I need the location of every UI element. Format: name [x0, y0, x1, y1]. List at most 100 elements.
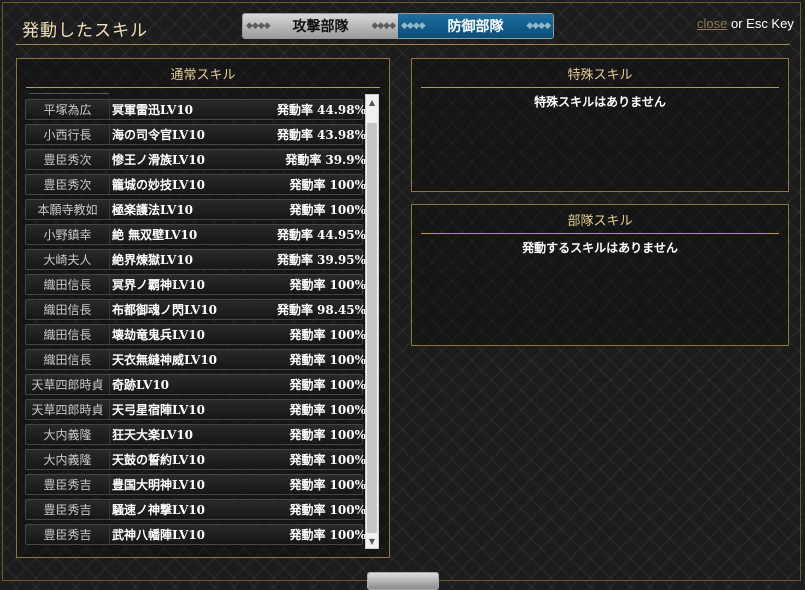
general-name: 本願寺教如 — [26, 200, 110, 219]
rate-value: 100% — [329, 452, 366, 467]
skill-row[interactable]: 平塚為広 冥軍雷迅LV10 発動率 44.98% — [25, 99, 366, 120]
skill-name: 天鼓の誓約LV10 — [112, 453, 206, 467]
activation-rate: 発動率 100% — [290, 325, 366, 344]
rate-label: 発動率 — [289, 328, 326, 342]
special-skills-message: 特殊スキルはありません — [534, 95, 666, 109]
close-hint: or Esc Key — [727, 16, 794, 31]
activation-rate: 発動率 44.95% — [277, 225, 366, 244]
normal-skills-heading: 通常スキル — [26, 59, 380, 88]
rate-label: 発動率 — [289, 278, 326, 292]
diamond-decoration-icon: ◆◆◆◆ — [401, 21, 426, 31]
normal-skills-list[interactable]: 平塚為広 冥軍雷迅LV10 発動率 44.98% 小西行長 海の司令官LV10 発動率 43.… — [25, 92, 370, 550]
general-name: 豊臣秀次 — [26, 150, 110, 169]
rate-value: 100% — [329, 377, 366, 392]
rate-label: 発動率 — [277, 228, 314, 242]
skill-name: 壊劫竜鬼兵LV10 — [112, 328, 206, 342]
close-link[interactable]: close — [697, 16, 727, 31]
activation-rate: 発動率 100% — [290, 200, 366, 219]
skill-row[interactable]: 大内義隆 天鼓の誓約LV10 発動率 100% — [25, 449, 366, 470]
scrollbar-thumb[interactable] — [367, 123, 377, 533]
skill-row[interactable]: 豊臣秀吉 騒速ノ神撃LV10 発動率 100% — [25, 499, 366, 520]
skills-scrollbar[interactable]: ▲ ▼ — [365, 94, 379, 549]
special-skills-panel: 特殊スキル 特殊スキルはありません — [411, 58, 789, 192]
rate-label: 発動率 — [289, 378, 326, 392]
activation-rate: 発動率 100% — [290, 525, 366, 544]
bottom-button[interactable] — [367, 572, 439, 590]
skill-name: 天衣無縫神威LV10 — [112, 353, 218, 367]
skill-name: 冥界ノ覇神LV10 — [112, 278, 206, 292]
general-name: 織田信長 — [26, 300, 110, 319]
tab-attack-unit[interactable]: ◆◆◆◆ 攻撃部隊 ◆◆◆◆ — [243, 14, 398, 38]
rate-label: 発動率 — [289, 503, 326, 517]
rate-value: 100% — [329, 402, 366, 417]
activation-rate: 発動率 100% — [290, 400, 366, 419]
tab-attack-label: 攻撃部隊 — [292, 19, 349, 35]
general-name: 織田信長 — [26, 325, 110, 344]
page-title: 発動したスキル — [22, 21, 148, 41]
rate-label: 発動率 — [277, 103, 314, 117]
skill-name: 天弓星宿陣LV10 — [112, 403, 206, 417]
skill-row[interactable]: 織田信長 壊劫竜鬼兵LV10 発動率 100% — [25, 324, 366, 345]
close-area: close or Esc Key — [697, 16, 794, 31]
skill-row[interactable]: 小野鎮幸絶 無双壁LV10 発動率 44.95% — [25, 224, 366, 245]
skill-name: 海の司令官LV10 — [112, 128, 206, 142]
skill-row[interactable]: 織田信長 天衣無縫神威LV10 発動率 100% — [25, 349, 366, 370]
skill-row[interactable]: 豊臣秀吉 武神八幡陣LV10 発動率 100% — [25, 524, 366, 545]
activation-rate: 発動率 39.95% — [277, 250, 366, 269]
activation-rate: 発動率 98.45% — [277, 300, 366, 319]
rate-value: 44.95% — [317, 227, 366, 242]
diamond-decoration-icon: ◆◆◆◆ — [371, 21, 396, 31]
skill-row[interactable]: 本願寺教如 極楽護法LV10 発動率 100% — [25, 199, 366, 220]
general-name: 豊臣秀吉 — [26, 475, 110, 494]
rate-value: 43.98% — [317, 127, 366, 142]
skill-row[interactable]: 豊臣秀吉 豊国大明神LV10 発動率 100% — [25, 474, 366, 495]
skill-row[interactable]: 豊臣秀次 籠城の妙技LV10 発動率 100% — [25, 174, 366, 195]
activation-rate: 発動率 100% — [290, 350, 366, 369]
unit-skills-message: 発動するスキルはありません — [522, 241, 678, 255]
rate-value: 100% — [329, 327, 366, 342]
unit-tabs: ◆◆◆◆ 攻撃部隊 ◆◆◆◆ ◆◆◆◆ 防御部隊 ◆◆◆◆ — [242, 13, 554, 39]
scroll-down-arrow-icon[interactable]: ▼ — [366, 534, 378, 548]
activation-rate: 発動率 100% — [290, 275, 366, 294]
general-name: 大内義隆 — [26, 450, 110, 469]
rate-value: 100% — [329, 527, 366, 542]
rate-label: 発動率 — [289, 178, 326, 192]
activation-rate: 発動率 100% — [290, 375, 366, 394]
diamond-decoration-icon: ◆◆◆◆ — [246, 21, 271, 31]
list-separator — [29, 93, 109, 94]
activation-rate: 発動率 100% — [290, 500, 366, 519]
tab-defense-unit[interactable]: ◆◆◆◆ 防御部隊 ◆◆◆◆ — [398, 14, 553, 38]
skill-name: 奇跡LV10 — [112, 378, 170, 392]
rate-value: 100% — [329, 427, 366, 442]
rate-label: 発動率 — [289, 353, 326, 367]
scroll-up-arrow-icon[interactable]: ▲ — [366, 95, 378, 109]
skill-row[interactable]: 織田信長 冥界ノ覇神LV10 発動率 100% — [25, 274, 366, 295]
general-name: 織田信長 — [26, 275, 110, 294]
rate-value: 100% — [329, 502, 366, 517]
activation-rate: 発動率 44.98% — [277, 100, 366, 119]
unit-skills-heading: 部隊スキル — [421, 205, 779, 234]
skill-row[interactable]: 天草四郎時貞 奇跡LV10 発動率 100% — [25, 374, 366, 395]
skill-name: 冥軍雷迅LV10 — [112, 103, 194, 117]
general-name: 豊臣秀吉 — [26, 525, 110, 544]
general-name: 小西行長 — [26, 125, 110, 144]
skill-row[interactable]: 豊臣秀次 惨王ノ滑族LV10 発動率 39.9% — [25, 149, 366, 170]
skill-name: 布都御魂ノ閃LV10 — [112, 303, 218, 317]
general-name: 平塚為広 — [26, 100, 110, 119]
activation-rate: 発動率 100% — [290, 425, 366, 444]
skill-row[interactable]: 天草四郎時貞 天弓星宿陣LV10 発動率 100% — [25, 399, 366, 420]
skill-row[interactable]: 織田信長 布都御魂ノ閃LV10 発動率 98.45% — [25, 299, 366, 320]
skill-row[interactable]: 大崎夫人 絶界煉獄LV10 発動率 39.95% — [25, 249, 366, 270]
unit-skills-panel: 部隊スキル 発動するスキルはありません — [411, 204, 789, 346]
skill-name: 籠城の妙技LV10 — [112, 178, 206, 192]
skill-name: 惨王ノ滑族LV10 — [112, 153, 206, 167]
activation-rate: 発動率 39.9% — [285, 150, 366, 169]
skill-row[interactable]: 小西行長 海の司令官LV10 発動率 43.98% — [25, 124, 366, 145]
rate-value: 39.95% — [317, 252, 366, 267]
tab-defense-label: 防御部隊 — [447, 19, 504, 35]
rate-value: 100% — [329, 477, 366, 492]
general-name: 天草四郎時貞 — [26, 400, 110, 419]
rate-label: 発動率 — [289, 203, 326, 217]
rate-label: 発動率 — [285, 153, 322, 167]
skill-row[interactable]: 大内義隆 狂天大楽LV10 発動率 100% — [25, 424, 366, 445]
